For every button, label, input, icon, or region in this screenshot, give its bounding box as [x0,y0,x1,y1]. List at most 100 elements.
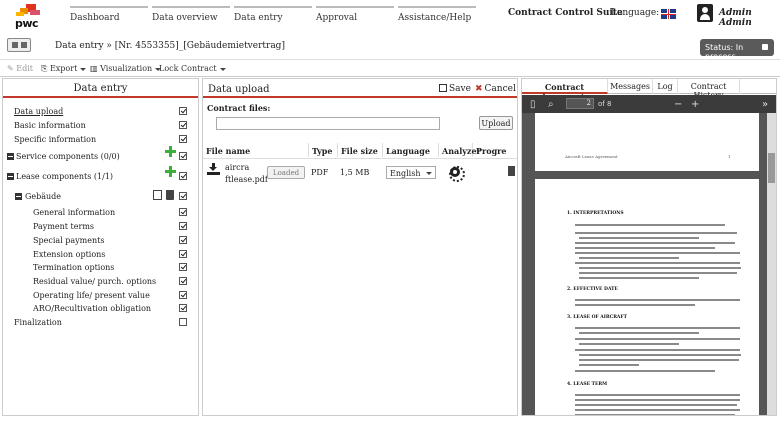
checkbox[interactable] [179,236,187,244]
chart-icon: ▥ [90,64,98,73]
tab-log[interactable]: Log [653,79,678,94]
zoom-in-icon[interactable]: + [691,99,699,110]
column-header[interactable]: Progre [473,143,517,157]
page-number-input[interactable]: 2 [566,98,594,109]
tree-item-label: General information [33,208,116,217]
edit-label: Edit [16,64,33,73]
save-button[interactable]: Save [439,84,471,94]
collapse-icon[interactable] [7,173,14,180]
tree-item-general-information[interactable]: General information [3,206,198,220]
nav-data-overview[interactable]: Data overview [152,6,230,26]
tree-item-label: Special payments [33,236,105,245]
column-header[interactable]: Analyzer [439,143,481,157]
tab-messages[interactable]: Messages [608,79,653,94]
add-icon[interactable] [165,166,176,177]
tree-item-residual-value[interactable]: Residual value/ purch. options [3,275,198,289]
checkbox[interactable] [179,250,187,258]
collapse-icon[interactable] [15,193,22,200]
tree-item-basic-information[interactable]: Basic information [3,119,198,133]
collapse-icon[interactable] [7,153,14,160]
data-entry-panel: Data entry Data upload Basic information… [2,78,199,416]
checkbox[interactable] [179,263,187,271]
tree-item-aro-recultivation[interactable]: ARO/Recultivation obligation [3,302,198,316]
loaded-button[interactable]: Loaded [267,166,305,179]
search-icon[interactable]: ⌕ [548,99,554,110]
tree-item-termination-options[interactable]: Termination options [3,261,198,275]
tab-contract-history[interactable]: Contract History [678,79,740,100]
file-name[interactable]: aircra ftlease.pdf [225,162,268,186]
nav-dashboard[interactable]: Dashboard [70,6,148,26]
checkbox[interactable] [179,304,187,312]
tree-item-payment-terms[interactable]: Payment terms [3,220,198,234]
tree-item-specific-information[interactable]: Specific information [3,133,198,147]
scrollbar-thumb[interactable] [768,153,775,183]
panel-toggle-button[interactable] [7,38,31,52]
tree-item-service-components[interactable]: Service components (0/0) [3,146,198,164]
tree-item-data-upload[interactable]: Data upload [3,105,198,119]
tab-contract-documents[interactable]: Contract documents [522,79,608,102]
nav-data-entry[interactable]: Data entry [234,6,312,26]
pwc-logo[interactable]: pwc [10,4,46,30]
uk-flag-icon[interactable] [661,9,676,19]
chevron-down-icon [426,172,432,175]
double-chevron-right-icon[interactable]: » [762,99,768,110]
scrollbar[interactable] [767,113,776,415]
tree-item-label: Termination options [33,263,115,272]
checkbox[interactable] [179,135,187,143]
gear-icon[interactable] [449,166,465,182]
tree-item-label: Payment terms [33,222,95,231]
panel-title: Data upload [208,84,270,95]
checkbox[interactable] [179,277,187,285]
tree-item-label: Gebäude [25,192,62,201]
tree-item-gebaeude[interactable]: Gebäude [3,190,198,204]
export-icon: ⎘ [41,64,48,73]
nav-assistance-help[interactable]: Assistance/Help [398,6,476,26]
tree-item-extension-options[interactable]: Extension options [3,248,198,262]
file-name-line: ftlease.pdf [225,175,268,184]
table-row: aircra ftlease.pdf Loaded PDF 1,5 MB Eng… [203,158,517,188]
nav-approval[interactable]: Approval [316,6,394,26]
trash-icon[interactable] [166,190,174,200]
save-icon [439,84,447,92]
tree-item-label: Data upload [14,107,64,116]
visualization-menu[interactable]: ▥ Visualization [90,64,162,73]
cancel-label: Cancel [484,84,516,94]
user-name[interactable]: Admin Admin [719,8,780,28]
add-icon[interactable] [165,146,176,157]
upload-button[interactable]: Upload [479,116,513,130]
lock-contract-menu[interactable]: Lock Contract [159,64,226,73]
sidebar-toggle-icon[interactable]: ▯ [530,99,536,110]
checkbox[interactable] [179,192,187,200]
tree-item-finalization[interactable]: Finalization [3,316,198,330]
export-menu[interactable]: ⎘ Export [41,64,87,74]
language-select[interactable]: English [386,166,436,179]
tree-item-label: Service components (0/0) [16,152,120,161]
tree-item-lease-components[interactable]: Lease components (1/1) [3,166,198,184]
checkbox[interactable] [179,208,187,216]
pdf-viewer[interactable]: Aircraft Lease Agreement 1 1. INTERPRETA… [522,113,776,415]
checkbox[interactable] [179,318,187,326]
checkbox[interactable] [179,172,187,180]
edit-button[interactable]: ✎ Edit [7,64,33,73]
checkbox[interactable] [179,291,187,299]
logo-text: pwc [15,17,39,30]
checkbox[interactable] [179,152,187,160]
file-path-input[interactable] [216,117,440,130]
copy-icon[interactable] [153,190,162,200]
checkbox[interactable] [179,107,187,115]
trash-icon[interactable] [508,166,515,176]
column-header[interactable]: Language [383,143,439,157]
cancel-button[interactable]: ✖ Cancel [475,84,516,94]
zoom-out-icon[interactable]: − [674,99,682,110]
column-header[interactable]: File size [338,143,383,157]
section-heading: 4. LEASE TERM [567,382,608,387]
column-header[interactable]: File name [203,143,309,157]
tree-item-special-payments[interactable]: Special payments [3,234,198,248]
document-panel: Contract documents Messages Log Contract… [521,78,777,416]
checkbox[interactable] [179,121,187,129]
column-header[interactable]: Type [309,143,338,157]
user-avatar-icon[interactable] [697,4,713,22]
tree-item-operating-life[interactable]: Operating life/ present value [3,289,198,303]
lock-contract-label: Lock Contract [159,64,217,73]
checkbox[interactable] [179,222,187,230]
